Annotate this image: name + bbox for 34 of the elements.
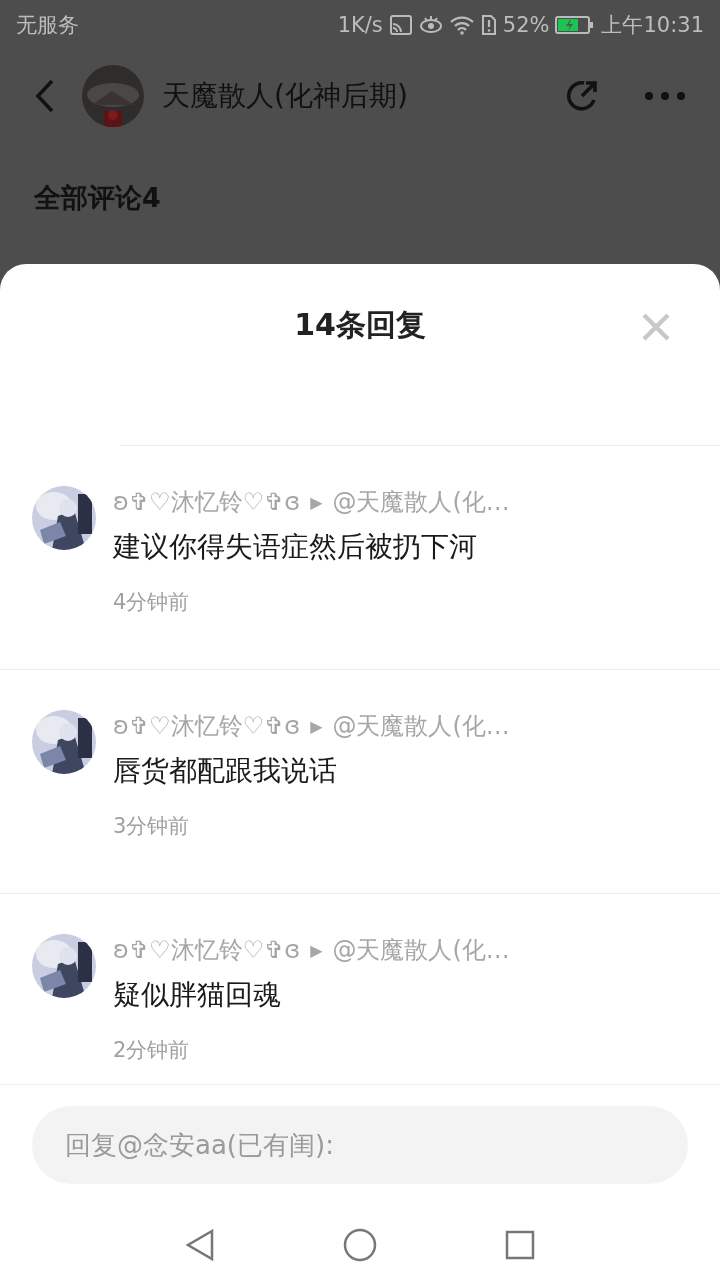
reply-text: 疑似胖猫回魂 xyxy=(113,977,282,1013)
carrier-text: 无服务 xyxy=(16,12,79,39)
network-speed: 1K/s xyxy=(337,13,383,37)
section-title: 全部评论4 xyxy=(33,181,162,215)
more-icon[interactable] xyxy=(644,91,686,101)
clock-text: 上午10:31 xyxy=(601,12,704,39)
author-name[interactable]: ʚ✞♡沐忆铃♡✞ɞ xyxy=(113,934,301,966)
reply-time: 4分钟前 xyxy=(113,589,191,616)
profile-name: 天魔散人(化神后期) xyxy=(162,78,409,114)
author-name[interactable]: ʚ✞♡沐忆铃♡✞ɞ xyxy=(113,710,301,742)
cast-icon xyxy=(388,14,413,36)
reply-time: 3分钟前 xyxy=(113,813,191,840)
close-icon[interactable] xyxy=(641,312,671,342)
battery-icon xyxy=(555,15,596,35)
eye-icon xyxy=(418,15,443,35)
reply-target[interactable]: @天魔散人(化… xyxy=(332,486,510,518)
reply-text: 唇货都配跟我说话 xyxy=(113,753,338,789)
sim-alert-icon xyxy=(480,14,497,36)
recents-nav-icon[interactable] xyxy=(505,1230,535,1260)
reply-arrow-icon: ▶ xyxy=(310,492,323,512)
battery-percent: 52% xyxy=(502,13,550,37)
back-icon[interactable] xyxy=(34,79,56,113)
reply-text: 建议你得失语症然后被扔下河 xyxy=(113,529,478,565)
sheet-title: 14条回复 xyxy=(294,305,426,344)
reply-arrow-icon: ▶ xyxy=(310,716,323,736)
reply-field[interactable]: 回复@念安aa(已有闺): xyxy=(32,1106,688,1184)
author-name[interactable]: ʚ✞♡沐忆铃♡✞ɞ xyxy=(113,486,301,518)
reply-target[interactable]: @天魔散人(化… xyxy=(332,934,510,966)
reply-arrow-icon: ▶ xyxy=(310,940,323,960)
reply-time: 2分钟前 xyxy=(113,1037,191,1064)
back-nav-icon[interactable] xyxy=(185,1228,215,1262)
home-nav-icon[interactable] xyxy=(343,1228,377,1262)
reply-target[interactable]: @天魔散人(化… xyxy=(332,710,510,742)
wifi-icon xyxy=(448,15,475,35)
